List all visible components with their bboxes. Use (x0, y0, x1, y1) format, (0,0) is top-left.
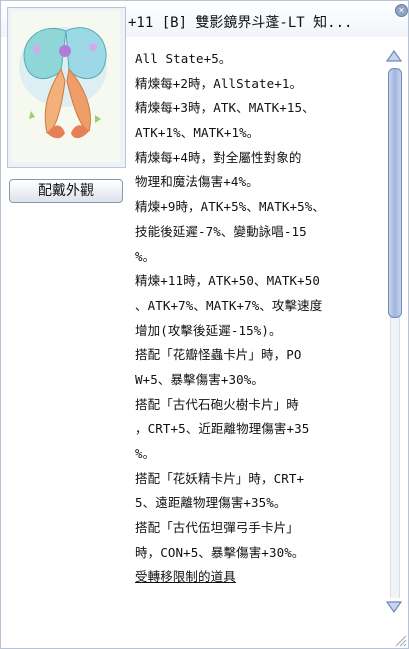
description-line: 搭配「花瓣怪蟲卡片」時，PO (135, 347, 302, 363)
description-line: 搭配「古代伍坦彈弓手卡片」 (135, 520, 299, 536)
transfer-restriction-link[interactable]: 受轉移限制的道具 (135, 565, 383, 590)
description-line: ATK+1%、MATK+1%。 (135, 125, 260, 141)
vertical-scrollbar[interactable] (385, 48, 403, 615)
resize-grip-icon[interactable] (393, 633, 407, 647)
description-line: 精煉每+4時，對全屬性對象的 (135, 149, 302, 165)
description-line: 精煉+9時，ATK+5%、MATK+5%、 (135, 199, 325, 215)
window-title: +11 [B] 雙影鏡界斗蓬-LT 知... (128, 15, 353, 31)
description-line: 物理和魔法傷害+4%。 (135, 174, 259, 190)
description-line: 搭配「花妖精卡片」時，CRT+ (135, 470, 305, 486)
wear-appearance-button[interactable]: 配戴外觀 (9, 179, 123, 203)
description-line: 增加(攻擊後延遲-15%)。 (135, 322, 282, 338)
description-line: %。 (135, 248, 156, 264)
description-line: 搭配「古代石砲火樹卡片」時 (135, 396, 299, 412)
description-line: 精煉每+3時，ATK、MATK+15、 (135, 100, 315, 116)
close-icon[interactable]: ✕ (395, 4, 408, 17)
scroll-thumb[interactable] (388, 68, 402, 318)
description-line: W+5、暴擊傷害+30%。 (135, 371, 264, 387)
description-line: 精煉每+2時，AllState+1。 (135, 75, 303, 91)
butterfly-cloak-illustration-icon (19, 27, 107, 139)
scroll-down-icon[interactable] (385, 599, 403, 615)
description-line: All State+5。 (135, 51, 232, 66)
description-line: ，CRT+5、近距離物理傷害+35 (135, 421, 310, 437)
description-line: 精煉+11時，ATK+50、MATK+50 (135, 273, 321, 289)
item-description: All State+5。 精煉每+2時，AllState+1。 精煉每+3時，A… (135, 47, 383, 645)
description-line: 技能後延遲-7%、變動詠唱-15 (135, 223, 307, 239)
item-tooltip-window: +11 [B] 雙影鏡界斗蓬-LT 知... ✕ 配戴外觀 All State+… (0, 0, 409, 649)
scroll-up-icon[interactable] (385, 48, 403, 64)
description-line: 時，CON+5、暴擊傷害+30%。 (135, 544, 305, 560)
description-line: %。 (135, 446, 156, 461)
description-line: 5、遠距離物理傷害+35%。 (135, 495, 287, 511)
item-image (11, 11, 120, 162)
item-image-frame (7, 7, 126, 168)
description-line: 、ATK+7%、MATK+7%、攻擊速度 (135, 297, 323, 313)
